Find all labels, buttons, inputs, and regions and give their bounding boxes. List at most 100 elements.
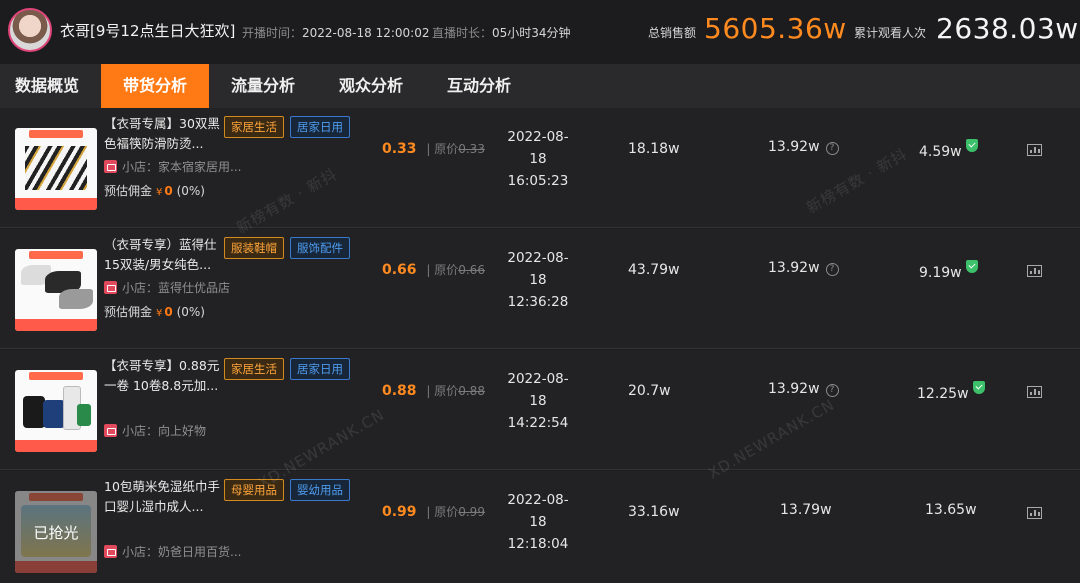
currency-symbol: ¥ xyxy=(156,308,163,319)
bar-chart-icon[interactable] xyxy=(1027,386,1042,398)
stock-value: 13.92w xyxy=(768,139,820,155)
listing-time: 2022-08-18 16:05:23 xyxy=(500,126,576,192)
estimated-commission: 预估佣金 ¥0 (0%) xyxy=(104,303,205,320)
question-circle-icon[interactable]: ? xyxy=(825,142,839,155)
shield-check-icon xyxy=(965,260,978,273)
commission-rate: (0%) xyxy=(176,184,205,198)
tab-audience-analysis[interactable]: 观众分析 xyxy=(317,64,425,108)
price-value: 0.88 xyxy=(382,383,417,399)
anchor-avatar[interactable] xyxy=(8,8,52,52)
orig-price-label: 原价 xyxy=(434,263,459,277)
product-row[interactable]: （衣哥专享）蓝得仕15双装/男女纯色... 服装鞋帽 服饰配件 小店：蓝得仕优品… xyxy=(0,229,1080,349)
sales-amount: 13.65w xyxy=(925,502,977,518)
product-thumbnail[interactable]: 已抢光 xyxy=(15,491,97,573)
commission-rate: (0%) xyxy=(176,305,205,319)
sales-volume: 43.79w xyxy=(628,262,680,278)
tab-goods-analysis[interactable]: 带货分析 xyxy=(101,64,209,108)
sales-volume: 18.18w xyxy=(628,141,680,157)
commission-label: 预估佣金 xyxy=(104,184,153,198)
shop-icon xyxy=(104,160,117,173)
live-duration: 直播时长：05小时34分钟 xyxy=(432,24,571,41)
shield-check-icon xyxy=(965,139,978,152)
subcategory-badge: 居家日用 xyxy=(290,358,350,380)
bar-chart-icon[interactable] xyxy=(1027,144,1042,156)
start-time-label: 开播时间： xyxy=(242,26,303,40)
gmv-value: 12.25w xyxy=(917,386,969,402)
currency-symbol: ¥ xyxy=(156,187,163,198)
sales-volume: 20.7w xyxy=(628,383,671,399)
start-time-value: 2022-08-18 12:00:02 xyxy=(302,26,430,40)
duration-value: 05小时34分钟 xyxy=(492,26,571,40)
orig-price-value: 0.88 xyxy=(458,384,485,398)
stock-count: 13.92w? xyxy=(768,260,839,276)
estimated-commission: 预估佣金 ¥0 (0%) xyxy=(104,182,205,199)
product-title[interactable]: 【衣哥专属】30双黑色福筷防滑防烫... xyxy=(104,114,220,154)
orig-price-label: 原价 xyxy=(434,142,459,156)
subcategory-badge: 居家日用 xyxy=(290,116,350,138)
shop-name[interactable]: 小店：家本宿家居用... xyxy=(104,158,241,175)
stock-value: 13.92w xyxy=(768,381,820,397)
bar-chart-icon[interactable] xyxy=(1027,265,1042,277)
price-value: 0.99 xyxy=(382,504,417,520)
stock-count: 13.79w xyxy=(780,502,832,518)
anchor-name: 衣哥[9号12点生日大狂欢] xyxy=(60,22,236,40)
shop-label: 小店：蓝得仕优品店 xyxy=(122,281,231,295)
listing-clock: 16:05:23 xyxy=(507,173,569,189)
shop-label: 小店：家本宿家居用... xyxy=(122,160,242,174)
gmv-value: 9.19w xyxy=(919,265,962,281)
listing-clock: 14:22:54 xyxy=(507,415,569,431)
orig-price-label: 原价 xyxy=(434,384,459,398)
shop-name[interactable]: 小店：向上好物 xyxy=(104,422,206,439)
listing-clock: 12:36:28 xyxy=(507,294,569,310)
bar-chart-icon[interactable] xyxy=(1027,507,1042,519)
subcategory-badge: 婴幼用品 xyxy=(290,479,350,501)
listing-time: 2022-08-18 12:18:04 xyxy=(500,489,576,555)
product-row[interactable]: 【衣哥专属】30双黑色福筷防滑防烫... 家居生活 居家日用 小店：家本宿家居用… xyxy=(0,108,1080,228)
product-row[interactable]: 【衣哥专享】0.88元一卷 10卷8.8元加... 家居生活 居家日用 小店：向… xyxy=(0,350,1080,470)
product-title[interactable]: 10包萌米免湿纸巾手口婴儿湿巾成人... xyxy=(104,477,220,517)
product-price: 0.33 | 原价0.33 xyxy=(382,141,485,157)
total-sales-label: 总销售额 xyxy=(648,26,697,40)
shop-icon xyxy=(104,281,117,294)
tab-traffic-analysis[interactable]: 流量分析 xyxy=(209,64,317,108)
stock-count: 13.92w? xyxy=(768,139,839,155)
product-title[interactable]: （衣哥专享）蓝得仕15双装/男女纯色... xyxy=(104,235,220,275)
product-thumbnail[interactable] xyxy=(15,128,97,210)
start-time: 开播时间：2022-08-18 12:00:02 xyxy=(242,24,429,41)
gmv-value: 4.59w xyxy=(919,144,962,160)
shop-name[interactable]: 小店：奶爸日用百货... xyxy=(104,543,241,560)
sales-volume: 33.16w xyxy=(628,504,680,520)
listing-clock: 12:18:04 xyxy=(507,536,569,552)
tab-overview[interactable]: 数据概览 xyxy=(0,64,94,108)
product-row[interactable]: 已抢光 10包萌米免湿纸巾手口婴儿湿巾成人... 母婴用品 婴幼用品 小店：奶爸… xyxy=(0,471,1080,583)
category-badge: 家居生活 xyxy=(224,358,284,380)
stock-value: 13.79w xyxy=(780,502,832,518)
total-sales-value: 5605.36w xyxy=(704,12,847,45)
commission-label: 预估佣金 xyxy=(104,305,153,319)
shop-icon xyxy=(104,424,117,437)
product-title[interactable]: 【衣哥专享】0.88元一卷 10卷8.8元加... xyxy=(104,356,220,396)
product-thumbnail[interactable] xyxy=(15,249,97,331)
listing-date: 2022-08-18 xyxy=(507,371,569,409)
orig-price-label: 原价 xyxy=(434,505,459,519)
product-thumbnail[interactable] xyxy=(15,370,97,452)
subcategory-badge: 服饰配件 xyxy=(290,237,350,259)
commission-amount: 0 xyxy=(164,184,173,198)
shop-label: 小店：奶爸日用百货... xyxy=(122,545,242,559)
listing-date: 2022-08-18 xyxy=(507,129,569,167)
shop-name[interactable]: 小店：蓝得仕优品店 xyxy=(104,279,230,296)
listing-time: 2022-08-18 14:22:54 xyxy=(500,368,576,434)
listing-time: 2022-08-18 12:36:28 xyxy=(500,247,576,313)
duration-label: 直播时长： xyxy=(432,26,493,40)
listing-date: 2022-08-18 xyxy=(507,492,569,530)
price-value: 0.33 xyxy=(382,141,417,157)
question-circle-icon[interactable]: ? xyxy=(825,263,839,276)
tab-interaction-analysis[interactable]: 互动分析 xyxy=(425,64,533,108)
price-value: 0.66 xyxy=(382,262,417,278)
sales-amount: 12.25w xyxy=(917,381,985,402)
listing-date: 2022-08-18 xyxy=(507,250,569,288)
analysis-tabs: 数据概览 带货分析 流量分析 观众分析 互动分析 xyxy=(0,64,1080,108)
orig-price-value: 0.99 xyxy=(458,505,485,519)
category-badge: 家居生活 xyxy=(224,116,284,138)
product-price: 0.66 | 原价0.66 xyxy=(382,262,485,278)
